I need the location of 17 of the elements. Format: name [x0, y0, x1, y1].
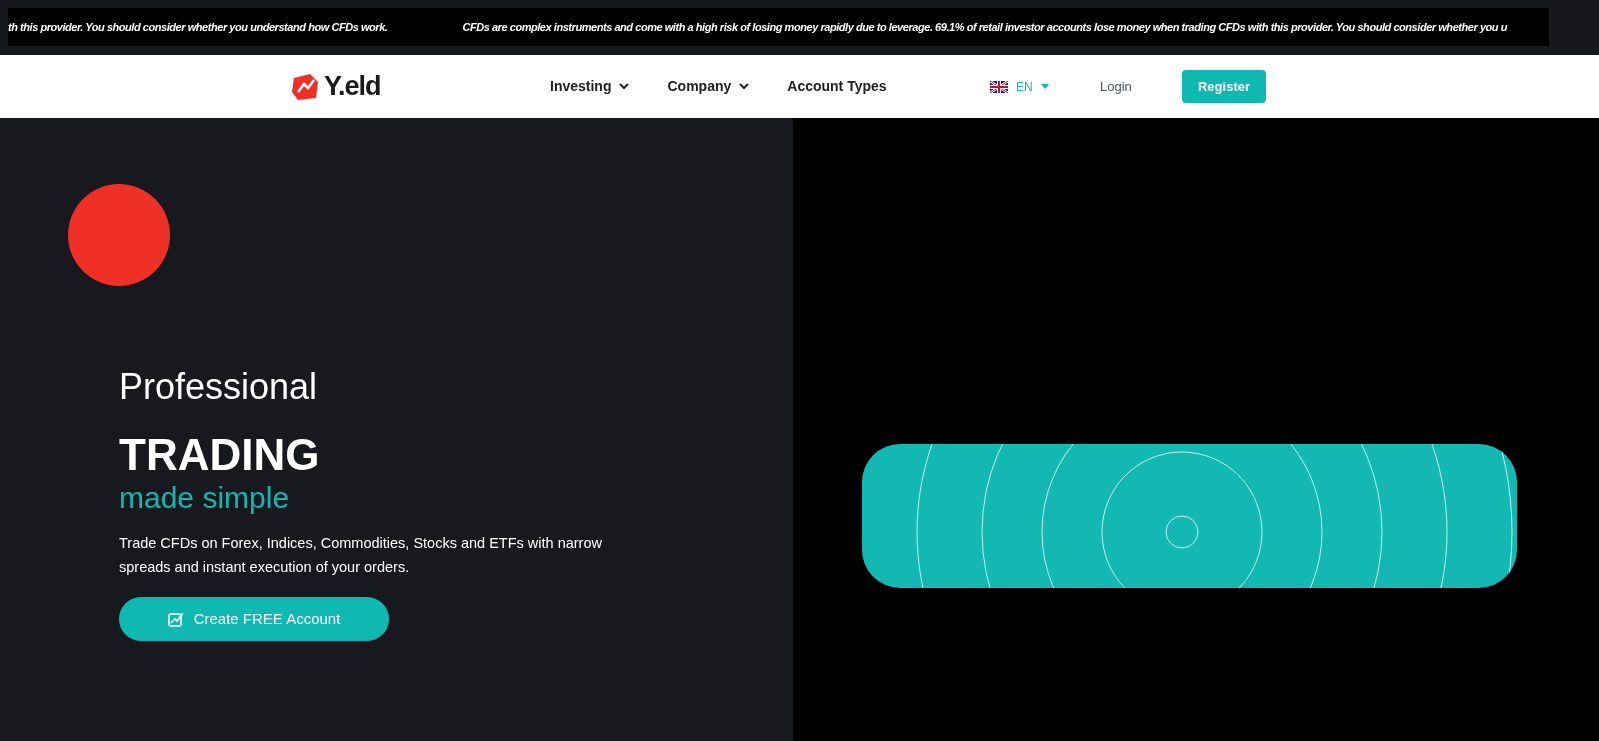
hero-description: Trade CFDs on Forex, Indices, Commodities, Stocks and ETFs with narrow spreads and instant execution of your orders. — [119, 534, 603, 577]
logo-wordmark: Y.eld — [324, 70, 381, 104]
nav-link[interactable]: Investing — [550, 76, 630, 97]
uk-flag-icon — [990, 80, 1008, 93]
chart-icon — [167, 611, 184, 627]
risk-warning-text: CFDs are complex instruments and come with a high risk of losing money rapidly due to leverage. 69.1% of retail investor accounts lose money when trading CFDs with this provider. You should consider whether you u — [462, 19, 1507, 35]
hero-title: TRADING — [119, 431, 321, 479]
chevron-down-icon — [739, 83, 750, 90]
chevron-down-icon — [619, 83, 630, 90]
hero-kicker: Professional — [119, 365, 319, 409]
nav-link[interactable]: Account Types — [787, 76, 887, 97]
logo-icon — [290, 71, 320, 102]
hero-subtitle: made simple — [119, 480, 291, 516]
risk-warning-text: th this provider. You should consider whether you understand how CFDs work. — [8, 19, 388, 35]
caret-icon — [1040, 84, 1049, 89]
login-link[interactable]: Login — [1100, 76, 1182, 97]
nav-link[interactable]: Company — [667, 76, 750, 97]
